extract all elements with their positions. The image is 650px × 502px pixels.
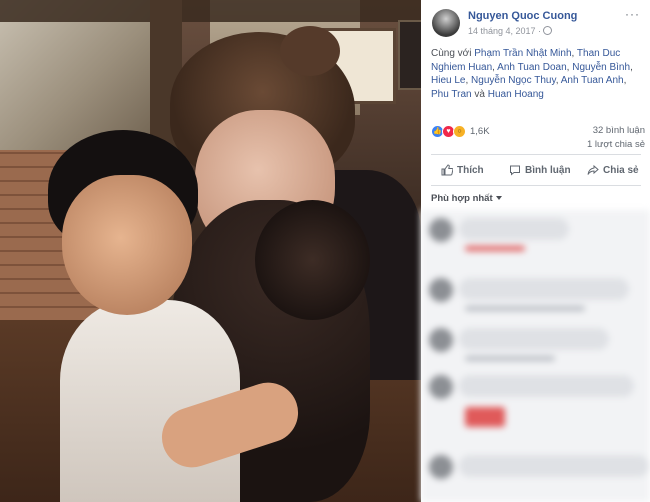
comment-button[interactable]: Bình luận <box>509 157 571 183</box>
divider <box>431 154 641 155</box>
like-label: Thích <box>457 164 484 176</box>
comment-bubble <box>459 278 629 300</box>
share-count[interactable]: 1 lượt chia sẻ <box>587 139 645 150</box>
tagged-person-link[interactable]: Phạm Trần Nhật Minh <box>474 48 571 59</box>
comment-meta <box>465 356 555 361</box>
avatar <box>429 328 453 352</box>
divider <box>431 185 641 186</box>
comment-sort-dropdown[interactable]: Phù hợp nhất <box>431 193 502 204</box>
share-button[interactable]: Chia sẻ <box>587 157 639 183</box>
author-name[interactable]: Nguyen Quoc Cuong <box>468 10 577 22</box>
comment-label: Bình luận <box>525 164 571 176</box>
boy-face <box>62 175 192 315</box>
comments-list-blurred <box>421 210 650 502</box>
chevron-down-icon <box>495 196 502 201</box>
share-icon <box>587 164 599 175</box>
comment-count[interactable]: 32 bình luận <box>593 125 645 136</box>
post-actions: Thích Bình luận Chia sẻ <box>431 157 641 183</box>
comment-icon <box>510 165 520 176</box>
tagged-person-link[interactable]: Anh Tuan Anh <box>561 75 624 86</box>
tagged-person-link[interactable]: Nguyễn Ngọc Thuy <box>471 75 556 86</box>
wall-frame <box>398 20 421 90</box>
post-photo[interactable] <box>0 0 421 502</box>
sort-label: Phù hợp nhất <box>431 193 493 204</box>
tagged-person-link[interactable]: Anh Tuan Doan <box>497 62 567 73</box>
woman-hair-bun <box>280 26 340 76</box>
comment-meta <box>465 246 525 251</box>
comment-bubble <box>459 328 609 350</box>
post-side-panel: Nguyen Quoc Cuong 14 tháng 4, 2017 · ···… <box>421 0 650 502</box>
with-prefix: Cùng với <box>431 48 472 59</box>
comment-sticker <box>465 407 505 427</box>
like-button[interactable]: Thích <box>441 157 484 183</box>
background-beam <box>0 0 421 22</box>
tagged-person-link[interactable]: Hieu Le <box>431 75 465 86</box>
share-label: Chia sẻ <box>603 164 639 176</box>
post-date-text[interactable]: 14 tháng 4, 2017 · <box>468 26 541 36</box>
comment-bubble <box>459 455 649 477</box>
and-word: và <box>474 88 485 100</box>
more-options-icon[interactable]: ··· <box>625 7 640 21</box>
post-date[interactable]: 14 tháng 4, 2017 · <box>468 26 553 36</box>
comment-bubble <box>459 375 634 397</box>
author-avatar[interactable] <box>432 9 460 37</box>
avatar <box>429 278 453 302</box>
avatar <box>429 375 453 399</box>
comment-meta <box>465 306 585 311</box>
puppy-head <box>255 200 370 320</box>
wow-reaction-icon: ○ <box>453 125 466 138</box>
tagged-person-link[interactable]: Phu Tran <box>431 89 472 100</box>
globe-icon <box>543 26 553 35</box>
avatar <box>429 455 453 479</box>
tagged-person-link[interactable]: Nguyễn Bình <box>572 62 630 73</box>
tagged-person-link[interactable]: Huan Hoang <box>488 89 544 100</box>
post-header: Nguyen Quoc Cuong 14 tháng 4, 2017 · ··· <box>421 0 650 40</box>
thumbs-up-icon <box>441 164 453 176</box>
reaction-count[interactable]: 1,6K <box>470 126 490 137</box>
tagged-people: Cùng với Phạm Trần Nhật Minh, Than Duc N… <box>431 48 633 100</box>
avatar <box>429 218 453 242</box>
comment-bubble <box>459 218 569 240</box>
